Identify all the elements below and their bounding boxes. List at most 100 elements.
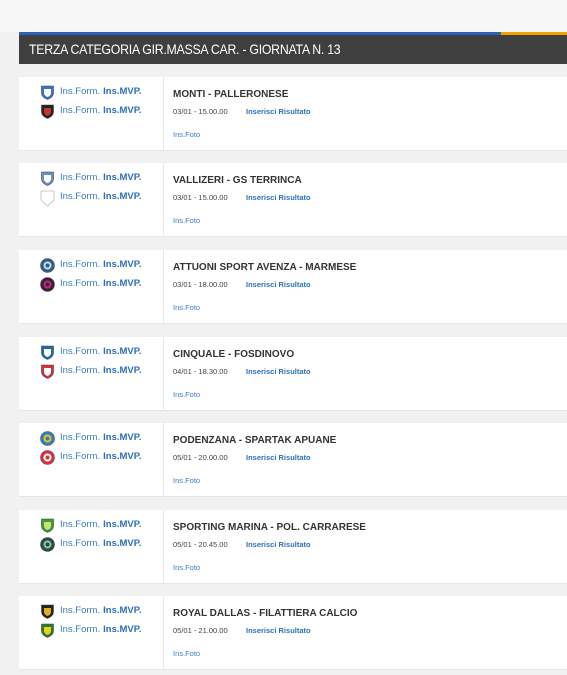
match-datetime: 03/01 - 15.00.00 — [173, 107, 228, 116]
away-team-row: Ins.Form. Ins.MVP. — [19, 363, 164, 381]
home-team-logo-icon — [40, 85, 55, 100]
away-ins-form-link[interactable]: Ins.Form. — [60, 105, 100, 116]
home-team-logo-icon — [40, 345, 55, 360]
insert-photo-link[interactable]: Ins.Foto — [173, 216, 200, 225]
away-team-logo-icon — [40, 623, 55, 638]
match-datetime: 05/01 - 21.00.00 — [173, 626, 228, 635]
home-ins-mvp-link[interactable]: Ins.MVP. — [103, 605, 141, 616]
insert-result-link[interactable]: Inserisci Risultato — [246, 626, 311, 635]
home-ins-mvp-link[interactable]: Ins.MVP. — [103, 519, 141, 530]
insert-photo-link[interactable]: Ins.Foto — [173, 390, 200, 399]
home-ins-form-link[interactable]: Ins.Form. — [60, 86, 100, 97]
home-team-logo-icon — [40, 431, 55, 446]
home-team-row: Ins.Form. Ins.MVP. — [19, 170, 164, 188]
home-ins-form-link[interactable]: Ins.Form. — [60, 346, 100, 357]
home-ins-form-link[interactable]: Ins.Form. — [60, 432, 100, 443]
home-team-row: Ins.Form. Ins.MVP. — [19, 517, 164, 535]
away-ins-mvp-link[interactable]: Ins.MVP. — [103, 624, 141, 635]
home-team-row: Ins.Form. Ins.MVP. — [19, 257, 164, 275]
match-card: Ins.Form. Ins.MVP. Ins.Form. Ins.MVP. ATTUON… — [19, 250, 567, 324]
match-title[interactable]: MONTI - PALLERONESE — [173, 89, 288, 100]
match-title[interactable]: CINQUALE - FOSDINOVO — [173, 349, 294, 360]
match-datetime: 04/01 - 18.30.00 — [173, 367, 228, 376]
match-title[interactable]: VALLIZERI - GS TERRINCA — [173, 175, 302, 186]
away-ins-form-link[interactable]: Ins.Form. — [60, 365, 100, 376]
home-ins-mvp-link[interactable]: Ins.MVP. — [103, 346, 141, 357]
away-ins-mvp-link[interactable]: Ins.MVP. — [103, 451, 141, 462]
away-ins-mvp-link[interactable]: Ins.MVP. — [103, 191, 141, 202]
match-card: Ins.Form. Ins.MVP. Ins.Form. Ins.MVP. CINQUA… — [19, 337, 567, 411]
home-ins-form-link[interactable]: Ins.Form. — [60, 605, 100, 616]
match-title[interactable]: ROYAL DALLAS - FILATTIERA CALCIO — [173, 608, 357, 619]
home-team-logo-icon — [40, 518, 55, 533]
away-ins-form-link[interactable]: Ins.Form. — [60, 451, 100, 462]
insert-result-link[interactable]: Inserisci Risultato — [246, 540, 311, 549]
away-team-logo-icon — [40, 364, 55, 379]
teams-panel: Ins.Form. Ins.MVP. Ins.Form. Ins.MVP. — [19, 423, 164, 496]
away-team-logo-icon — [40, 190, 55, 207]
insert-photo-link[interactable]: Ins.Foto — [173, 130, 200, 139]
insert-photo-link[interactable]: Ins.Foto — [173, 303, 200, 312]
away-ins-mvp-link[interactable]: Ins.MVP. — [103, 105, 141, 116]
home-ins-form-link[interactable]: Ins.Form. — [60, 259, 100, 270]
home-ins-form-link[interactable]: Ins.Form. — [60, 519, 100, 530]
home-ins-mvp-link[interactable]: Ins.MVP. — [103, 259, 141, 270]
home-team-logo-icon — [40, 171, 55, 186]
away-ins-mvp-link[interactable]: Ins.MVP. — [103, 538, 141, 549]
away-ins-form-link[interactable]: Ins.Form. — [60, 191, 100, 202]
match-card: Ins.Form. Ins.MVP. Ins.Form. Ins.MVP. ROYAL … — [19, 596, 567, 670]
teams-panel: Ins.Form. Ins.MVP. Ins.Form. Ins.MVP. — [19, 250, 164, 323]
insert-photo-link[interactable]: Ins.Foto — [173, 476, 200, 485]
away-ins-mvp-link[interactable]: Ins.MVP. — [103, 365, 141, 376]
match-datetime: 03/01 - 18.00.00 — [173, 280, 228, 289]
teams-panel: Ins.Form. Ins.MVP. Ins.Form. Ins.MVP. — [19, 77, 164, 150]
match-datetime: 03/01 - 15.00.00 — [173, 193, 228, 202]
insert-result-link[interactable]: Inserisci Risultato — [246, 280, 311, 289]
home-team-row: Ins.Form. Ins.MVP. — [19, 344, 164, 362]
home-ins-mvp-link[interactable]: Ins.MVP. — [103, 432, 141, 443]
round-title: TERZA CATEGORIA GIR.MASSA CAR. - GIORNAT… — [29, 41, 341, 57]
home-team-row: Ins.Form. Ins.MVP. — [19, 603, 164, 621]
away-ins-mvp-link[interactable]: Ins.MVP. — [103, 278, 141, 289]
teams-panel: Ins.Form. Ins.MVP. Ins.Form. Ins.MVP. — [19, 337, 164, 410]
away-team-row: Ins.Form. Ins.MVP. — [19, 449, 164, 467]
top-bar — [0, 0, 567, 32]
match-datetime: 05/01 - 20.00.00 — [173, 453, 228, 462]
insert-result-link[interactable]: Inserisci Risultato — [246, 453, 311, 462]
away-team-row: Ins.Form. Ins.MVP. — [19, 622, 164, 640]
teams-panel: Ins.Form. Ins.MVP. Ins.Form. Ins.MVP. — [19, 163, 164, 236]
away-team-row: Ins.Form. Ins.MVP. — [19, 536, 164, 554]
home-team-row: Ins.Form. Ins.MVP. — [19, 430, 164, 448]
away-team-row: Ins.Form. Ins.MVP. — [19, 103, 164, 121]
match-card: Ins.Form. Ins.MVP. Ins.Form. Ins.MVP. SPORTI… — [19, 510, 567, 584]
teams-panel: Ins.Form. Ins.MVP. Ins.Form. Ins.MVP. — [19, 510, 164, 583]
away-ins-form-link[interactable]: Ins.Form. — [60, 624, 100, 635]
insert-photo-link[interactable]: Ins.Foto — [173, 649, 200, 658]
away-ins-form-link[interactable]: Ins.Form. — [60, 538, 100, 549]
away-team-logo-icon — [40, 104, 55, 119]
away-team-row: Ins.Form. Ins.MVP. — [19, 189, 164, 207]
home-ins-mvp-link[interactable]: Ins.MVP. — [103, 86, 141, 97]
away-team-row: Ins.Form. Ins.MVP. — [19, 276, 164, 294]
away-team-logo-icon — [40, 277, 55, 292]
home-team-logo-icon — [40, 604, 55, 619]
home-ins-mvp-link[interactable]: Ins.MVP. — [103, 172, 141, 183]
insert-result-link[interactable]: Inserisci Risultato — [246, 107, 311, 116]
match-title[interactable]: SPORTING MARINA - POL. CARRARESE — [173, 522, 366, 533]
match-card: Ins.Form. Ins.MVP. Ins.Form. Ins.MVP. PODENZ… — [19, 423, 567, 497]
home-team-logo-icon — [40, 258, 55, 273]
home-team-row: Ins.Form. Ins.MVP. — [19, 84, 164, 102]
match-datetime: 05/01 - 20.45.00 — [173, 540, 228, 549]
away-team-logo-icon — [40, 537, 55, 552]
away-team-logo-icon — [40, 450, 55, 465]
home-ins-form-link[interactable]: Ins.Form. — [60, 172, 100, 183]
match-card: Ins.Form. Ins.MVP. Ins.Form. Ins.MVP. VALLIZ… — [19, 163, 567, 237]
match-card: Ins.Form. Ins.MVP. Ins.Form. Ins.MVP. MONTI … — [19, 77, 567, 151]
insert-photo-link[interactable]: Ins.Foto — [173, 563, 200, 572]
insert-result-link[interactable]: Inserisci Risultato — [246, 193, 311, 202]
match-title[interactable]: ATTUONI SPORT AVENZA - MARMESE — [173, 262, 356, 273]
teams-panel: Ins.Form. Ins.MVP. Ins.Form. Ins.MVP. — [19, 596, 164, 669]
away-ins-form-link[interactable]: Ins.Form. — [60, 278, 100, 289]
match-title[interactable]: PODENZANA - SPARTAK APUANE — [173, 435, 336, 446]
insert-result-link[interactable]: Inserisci Risultato — [246, 367, 311, 376]
